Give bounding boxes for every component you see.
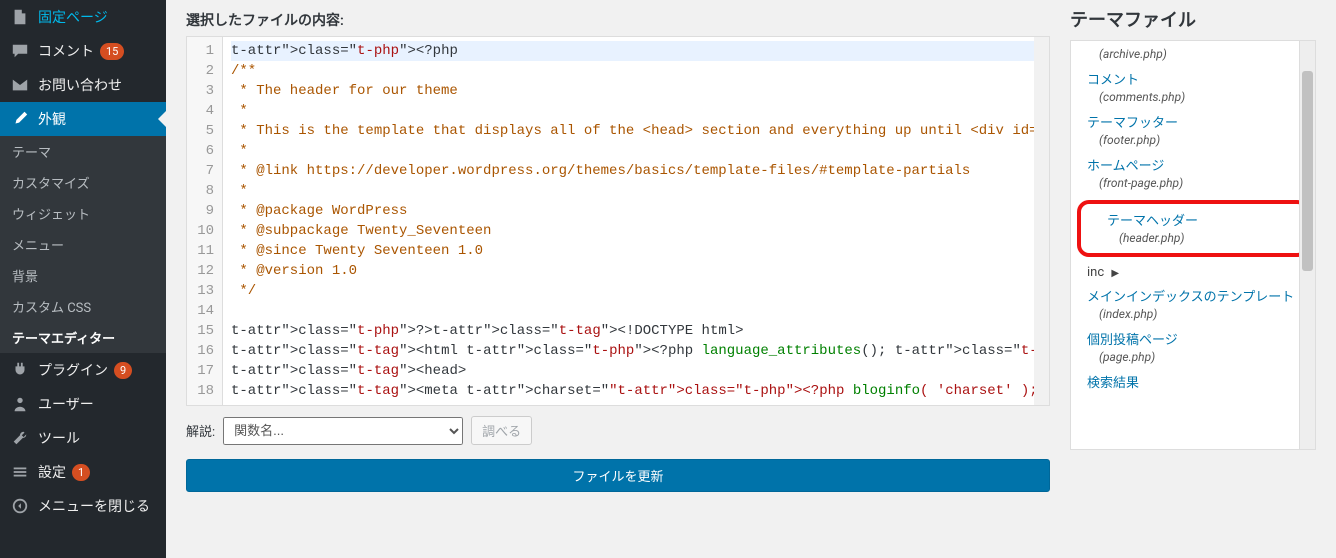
file-item[interactable]: メインインデックスのテンプレート	[1071, 284, 1315, 307]
tools-icon	[10, 428, 30, 448]
code-editor[interactable]: 123456789101112131415161718 t-attr">clas…	[186, 36, 1050, 406]
appearance-submenu: テーマ カスタマイズ ウィジェット メニュー 背景 カスタム CSS テーマエデ…	[0, 136, 166, 353]
file-item[interactable]: ホームページ	[1071, 153, 1315, 176]
sidebar-item-settings[interactable]: 設定 1	[0, 455, 166, 489]
code-area[interactable]: t-attr">class="t-php"><?php/** * The hea…	[223, 37, 1049, 405]
file-item[interactable]: テーマフッター	[1071, 110, 1315, 133]
sidebar-label: ユーザー	[38, 394, 94, 414]
plugin-icon	[10, 360, 30, 380]
file-item[interactable]: 検索結果	[1071, 370, 1315, 393]
file-filename: (footer.php)	[1071, 133, 1315, 153]
sidebar-item-tools[interactable]: ツール	[0, 421, 166, 455]
submenu-background[interactable]: 背景	[0, 260, 166, 291]
sidebar-label: 設定	[38, 462, 66, 482]
page-icon	[10, 7, 30, 27]
comment-icon	[10, 41, 30, 61]
sidebar-label: ツール	[38, 428, 80, 448]
submenu-customize[interactable]: カスタマイズ	[0, 167, 166, 198]
file-list[interactable]: (archive.php)コメント(comments.php)テーマフッター(f…	[1071, 41, 1315, 449]
comments-badge: 15	[100, 43, 124, 60]
submenu-themes[interactable]: テーマ	[0, 136, 166, 167]
settings-icon	[10, 462, 30, 482]
file-item-current[interactable]: テーマヘッダー(header.php)	[1077, 200, 1309, 257]
sidebar-item-plugins[interactable]: プラグイン 9	[0, 353, 166, 387]
sidebar-item-pages[interactable]: 固定ページ	[0, 0, 166, 34]
sidebar-label: プラグイン	[38, 360, 108, 380]
sidebar-label: メニューを閉じる	[38, 496, 150, 516]
file-filename: (index.php)	[1071, 307, 1315, 327]
plugins-badge: 9	[114, 362, 132, 379]
sidebar-label: コメント	[38, 41, 94, 61]
editor-title: 選択したファイルの内容:	[186, 10, 1050, 30]
editor-scrollbar[interactable]	[1034, 37, 1049, 405]
file-filename: (comments.php)	[1071, 90, 1315, 110]
mail-icon	[10, 75, 30, 95]
file-item[interactable]: テーマヘッダー	[1091, 208, 1295, 231]
sidebar-label: 固定ページ	[38, 7, 108, 27]
submenu-theme-editor[interactable]: テーマエディター	[0, 322, 166, 353]
settings-badge: 1	[72, 464, 90, 481]
submenu-custom-css[interactable]: カスタム CSS	[0, 291, 166, 322]
function-select[interactable]: 関数名...	[223, 417, 463, 445]
file-list-container: (archive.php)コメント(comments.php)テーマフッター(f…	[1070, 40, 1316, 450]
theme-files-heading: テーマファイル	[1070, 6, 1316, 32]
user-icon	[10, 394, 30, 414]
sidebar-item-comments[interactable]: コメント 15	[0, 34, 166, 68]
file-list-scrollbar[interactable]	[1299, 41, 1315, 449]
sidebar-collapse[interactable]: メニューを閉じる	[0, 489, 166, 523]
main-content: 選択したファイルの内容: 123456789101112131415161718…	[166, 0, 1336, 558]
file-item[interactable]: 個別投稿ページ	[1071, 327, 1315, 350]
sidebar-item-appearance[interactable]: 外観	[0, 102, 166, 136]
line-gutter: 123456789101112131415161718	[187, 37, 223, 405]
file-item[interactable]: コメント	[1071, 67, 1315, 90]
admin-sidebar: 固定ページ コメント 15 お問い合わせ 外観 テーマ カスタマイズ ウィジェッ…	[0, 0, 166, 558]
update-file-button[interactable]: ファイルを更新	[186, 459, 1050, 492]
file-filename: (page.php)	[1071, 350, 1315, 370]
collapse-icon	[10, 496, 30, 516]
folder-item[interactable]: inc ▶	[1071, 261, 1315, 284]
submenu-menus[interactable]: メニュー	[0, 229, 166, 260]
file-filename: (header.php)	[1091, 231, 1295, 251]
file-filename: (front-page.php)	[1071, 176, 1315, 196]
sidebar-item-contact[interactable]: お問い合わせ	[0, 68, 166, 102]
sidebar-label: 外観	[38, 109, 66, 129]
sidebar-item-users[interactable]: ユーザー	[0, 387, 166, 421]
submenu-widgets[interactable]: ウィジェット	[0, 198, 166, 229]
brush-icon	[10, 109, 30, 129]
lookup-button[interactable]: 調べる	[471, 416, 532, 445]
sidebar-label: お問い合わせ	[38, 75, 122, 95]
editor-column: 選択したファイルの内容: 123456789101112131415161718…	[186, 0, 1050, 538]
doc-label: 解説:	[186, 421, 215, 440]
doc-lookup-row: 解説: 関数名... 調べる	[186, 416, 1050, 445]
file-filename: (archive.php)	[1071, 47, 1315, 67]
file-column: テーマファイル (archive.php)コメント(comments.php)テ…	[1070, 0, 1316, 538]
